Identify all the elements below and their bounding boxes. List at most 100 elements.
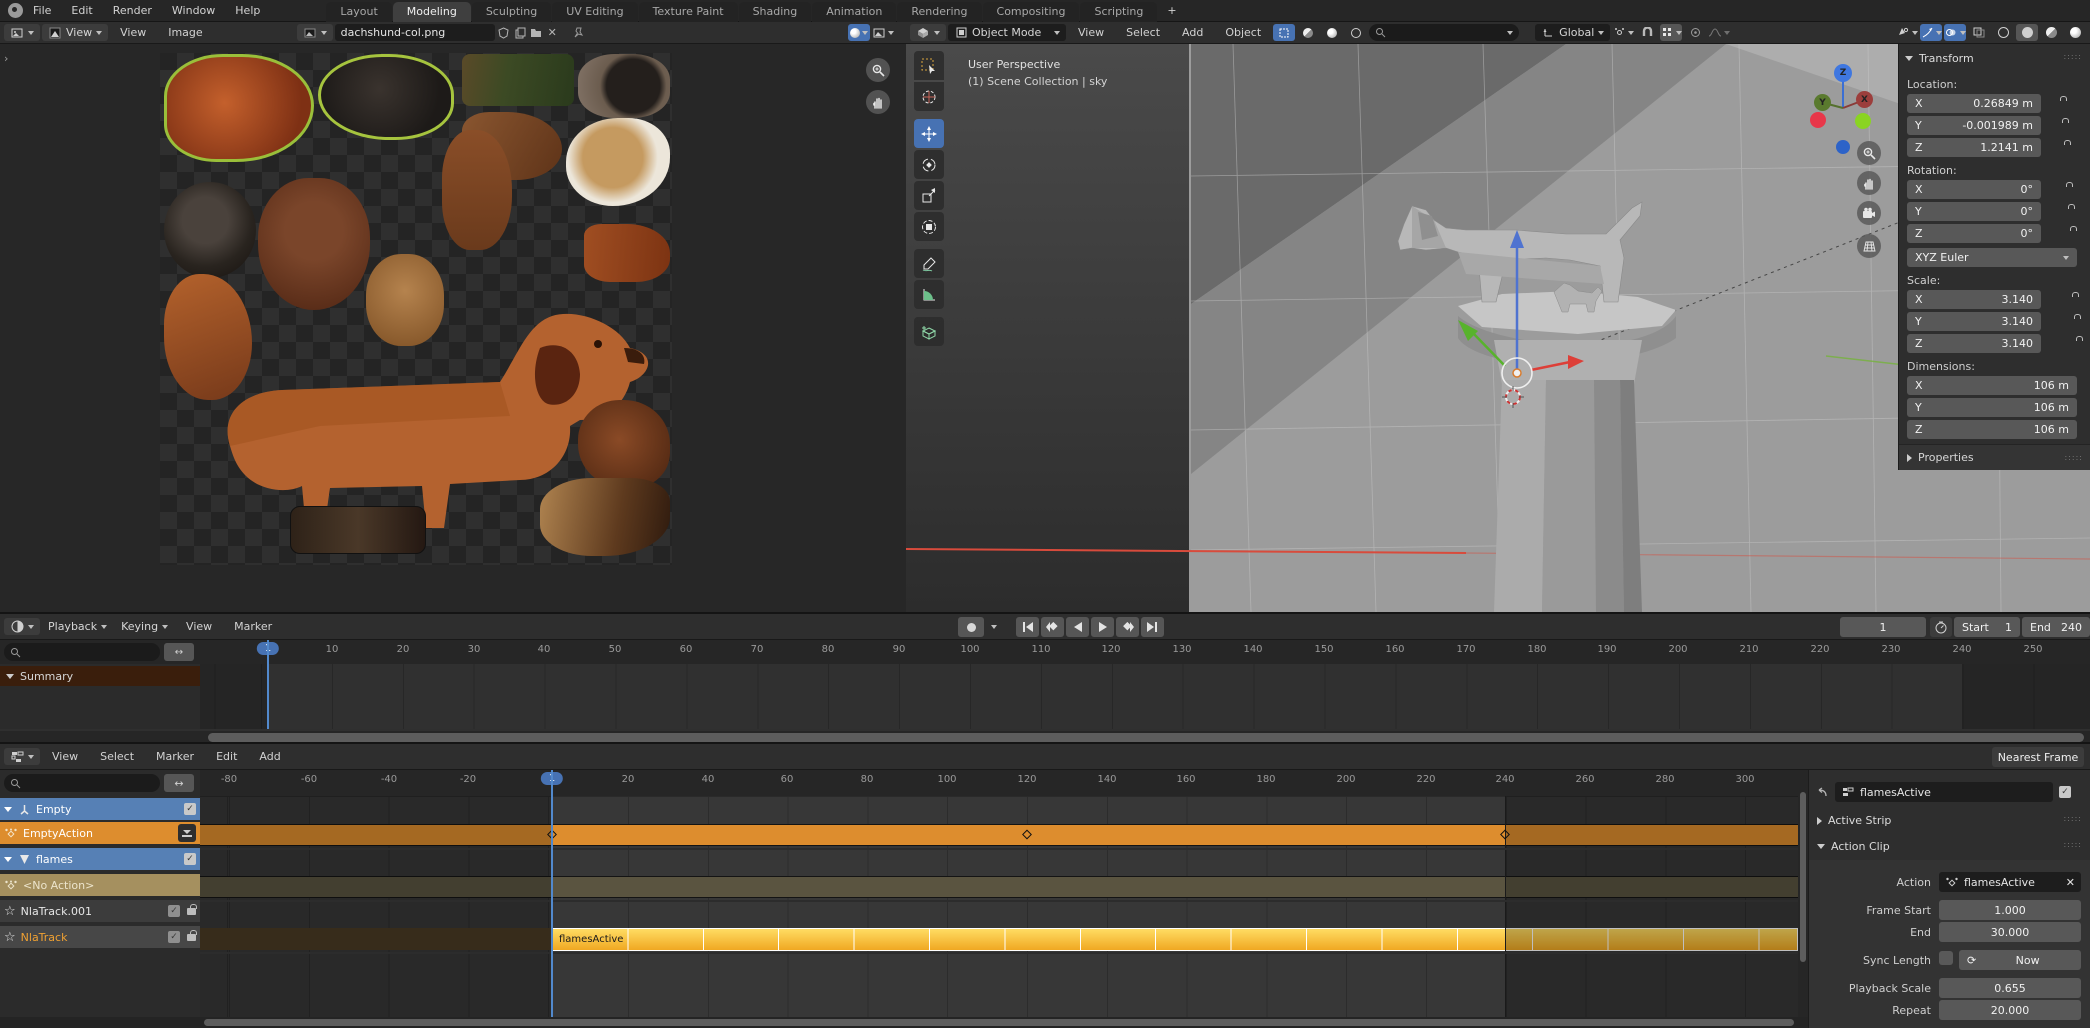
viewport-camera-button[interactable] — [1857, 201, 1881, 225]
select-mode-circle[interactable] — [1297, 24, 1319, 41]
nla-channel-no-action[interactable]: <No Action> — [0, 874, 200, 896]
sync-now-button[interactable]: ⟳Now — [1959, 950, 2081, 970]
open-image-icon[interactable] — [529, 26, 543, 40]
proportional-falloff-dropdown[interactable] — [1708, 24, 1730, 41]
solo-star-icon[interactable]: ☆ — [4, 904, 16, 919]
nla-editor-type-button[interactable] — [4, 748, 40, 765]
tool-add-cube[interactable] — [914, 317, 944, 346]
end-value-field[interactable]: 30.000 — [1939, 922, 2081, 942]
unlink-image-icon[interactable]: ✕ — [545, 26, 560, 39]
vp-menu-object[interactable]: Object — [1215, 26, 1271, 39]
menu-render[interactable]: Render — [103, 4, 162, 17]
timeline-keyframe-area[interactable] — [200, 664, 2090, 729]
axis-x-ball[interactable]: X — [1856, 91, 1873, 108]
timeline-menu-view[interactable]: View — [176, 620, 222, 633]
workspace-tab[interactable]: Rendering — [897, 2, 981, 22]
playback-dropdown[interactable]: Playback — [42, 618, 113, 635]
use-preview-range-button[interactable] — [1930, 617, 1952, 637]
summary-channel[interactable]: Summary — [0, 666, 200, 686]
workspace-tab[interactable]: Animation — [812, 2, 896, 22]
nla-scrollbar-thumb[interactable] — [204, 1019, 1794, 1026]
dimensions-z-field[interactable]: Z106 m — [1907, 420, 2077, 439]
image-browse-button[interactable] — [297, 24, 333, 41]
timeline-scrollbar-thumb[interactable] — [208, 733, 2084, 742]
image-zoom-button[interactable] — [866, 58, 890, 82]
scale-x-field[interactable]: X3.140 — [1907, 290, 2041, 309]
properties-panel-header[interactable]: Properties::::: — [1899, 444, 2090, 470]
prev-keyframe-button[interactable] — [1041, 617, 1064, 637]
workspace-tab[interactable]: Compositing — [983, 2, 1080, 22]
snap-toggle[interactable] — [1636, 24, 1658, 41]
menu-file[interactable]: File — [23, 4, 61, 17]
new-image-icon[interactable] — [513, 26, 527, 40]
channel-mute-checkbox[interactable]: ✓ — [184, 803, 196, 815]
location-z-field[interactable]: Z1.2141 m — [1907, 138, 2041, 157]
nla-ruler[interactable]: -80-60-40-202040608010012014016018020022… — [200, 770, 1798, 796]
shading-wireframe-button[interactable] — [1992, 24, 2014, 41]
viewport-pan-hand-button[interactable] — [1857, 171, 1881, 195]
workspace-tab[interactable]: Layout — [326, 2, 391, 22]
timeline-menu-marker[interactable]: Marker — [224, 620, 282, 633]
strip-name-field[interactable]: flamesActive — [1835, 782, 2053, 802]
vp-menu-add[interactable]: Add — [1172, 26, 1213, 39]
back-arrow-icon[interactable] — [1815, 785, 1829, 799]
nla-filter-button[interactable]: ↔ — [164, 774, 194, 792]
keying-dropdown[interactable]: Keying — [115, 618, 174, 635]
track-lock-icon[interactable] — [187, 934, 196, 941]
snap-mode-dropdown[interactable] — [1660, 24, 1682, 41]
record-button[interactable] — [958, 617, 984, 637]
pivot-point-dropdown[interactable] — [1612, 24, 1634, 41]
tool-move[interactable] — [914, 119, 944, 148]
shading-solid-button[interactable] — [2016, 24, 2038, 41]
action-clip-panel-header[interactable]: Action Clip — [1817, 840, 1890, 853]
mode-dropdown[interactable]: Object Mode — [948, 24, 1066, 41]
frame-start-field[interactable]: Start1 — [1954, 617, 2020, 637]
viewport-editor-type-button[interactable] — [910, 24, 946, 41]
vp-menu-view[interactable]: View — [1068, 26, 1114, 39]
axis-z-ball[interactable]: Z — [1834, 64, 1852, 82]
tool-select-box[interactable] — [914, 51, 944, 80]
frame-end-field[interactable]: End240 — [2022, 617, 2090, 637]
nla-channel-empty[interactable]: Empty✓ — [0, 798, 200, 820]
action-field[interactable]: flamesActive✕ — [1939, 872, 2081, 892]
scale-y-field[interactable]: Y3.140 — [1907, 312, 2041, 331]
location-y-field[interactable]: Y-0.001989 m — [1907, 116, 2041, 135]
panel-drag-dots[interactable]: ::::: — [2064, 52, 2082, 61]
nla-channel-flames[interactable]: flames✓ — [0, 848, 200, 870]
timeline-playhead[interactable] — [267, 640, 269, 729]
nla-snap-mode-dropdown[interactable]: Nearest Frame — [1992, 747, 2084, 767]
image-display-dropdown[interactable] — [872, 24, 894, 41]
blender-logo-icon[interactable] — [8, 3, 23, 18]
tool-scale[interactable] — [914, 181, 944, 210]
action-pushdown-button[interactable] — [178, 824, 196, 842]
workspace-tab[interactable]: Modeling — [393, 2, 471, 22]
nla-playhead[interactable] — [551, 770, 553, 1017]
record-options-dropdown[interactable] — [986, 617, 1002, 637]
timeline-editor-type-button[interactable] — [4, 618, 40, 635]
axis-x-neg-ball[interactable] — [1810, 112, 1826, 128]
nla-strip-area[interactable]: flamesActive — [200, 796, 1798, 1017]
location-x-field[interactable]: X0.26849 m — [1907, 94, 2041, 113]
pin-icon[interactable] — [572, 26, 586, 40]
dimensions-x-field[interactable]: X106 m — [1907, 376, 2077, 395]
nla-track[interactable]: ☆ NlaTrack✓ — [0, 926, 200, 948]
nla-menu-select[interactable]: Select — [90, 750, 144, 763]
playback-scale-field[interactable]: 0.655 — [1939, 978, 2081, 998]
tool-cursor[interactable] — [914, 82, 944, 111]
image-pan-hand-button[interactable] — [866, 90, 890, 114]
gizmos-toggle[interactable] — [1920, 24, 1942, 41]
menu-edit[interactable]: Edit — [61, 4, 102, 17]
track-mute-checkbox[interactable]: ✓ — [168, 905, 180, 917]
navigation-gizmo[interactable]: Z Y X — [1801, 52, 1901, 152]
rotation-x-field[interactable]: X0° — [1907, 180, 2041, 199]
shading-material-button[interactable] — [2040, 24, 2062, 41]
nla-menu-edit[interactable]: Edit — [206, 750, 247, 763]
channel-mute-checkbox[interactable]: ✓ — [184, 853, 196, 865]
play-reverse-button[interactable] — [1066, 617, 1089, 637]
nla-vscrollbar-thumb[interactable] — [1800, 792, 1806, 962]
play-button[interactable] — [1091, 617, 1114, 637]
workspace-tab[interactable]: UV Editing — [552, 2, 637, 22]
workspace-tab[interactable]: Sculpting — [472, 2, 551, 22]
orientation-dropdown[interactable]: Global — [1535, 24, 1610, 41]
axis-z-neg-ball[interactable] — [1836, 140, 1850, 154]
